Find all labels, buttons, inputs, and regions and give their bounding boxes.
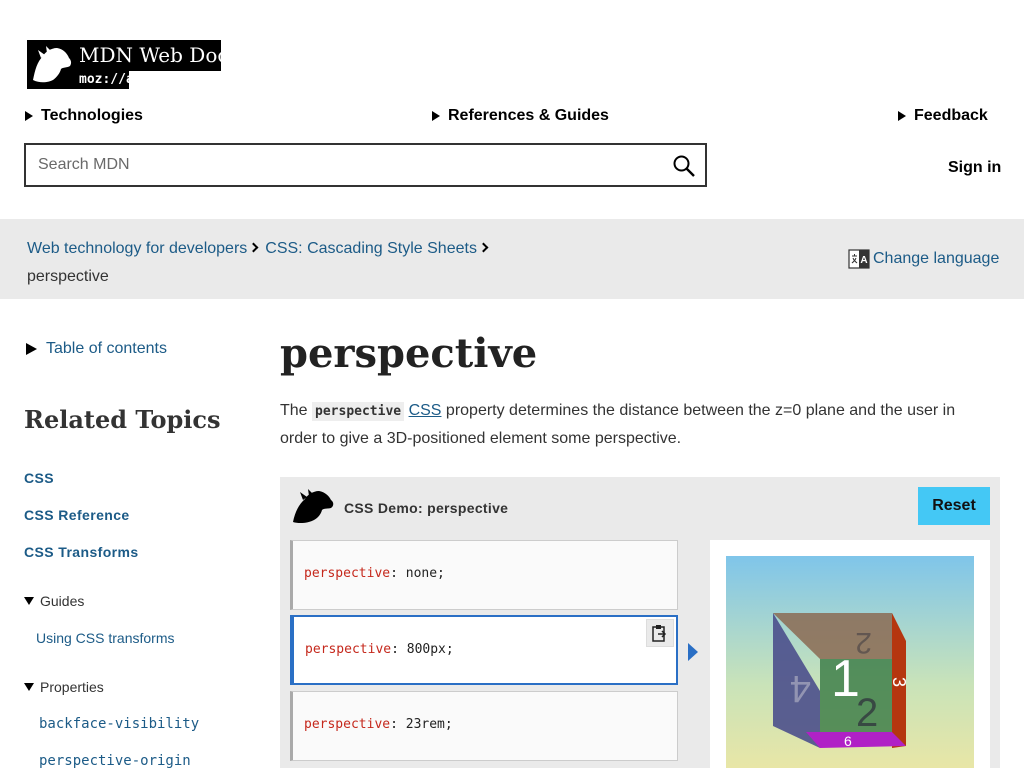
cube-label: 2 [856,691,878,735]
sidebar-link-using-css-transforms[interactable]: Using CSS transforms [36,630,174,646]
expand-arrow-icon [25,111,33,121]
sidebar-link-css-reference[interactable]: CSS Reference [24,507,130,523]
nav-label: References & Guides [448,107,609,124]
cube-label: 6 [844,733,852,749]
breadcrumb-css[interactable]: CSS: Cascading Style Sheets [265,240,477,257]
chevron-right-icon [248,242,259,253]
cube-scene: 1 2 2 4 3 6 [726,556,974,768]
cube-label: 2 [855,626,872,659]
breadcrumb-current: perspective [27,268,109,285]
mozilla-wordmark: moz://a [75,71,134,89]
breadcrumb: Web technology for developers CSS: Cascad… [27,235,527,291]
dino-icon [293,489,334,524]
reset-button[interactable]: Reset [918,487,990,525]
search-icon[interactable] [672,154,696,178]
breadcrumb-bar: Web technology for developers CSS: Cascad… [0,219,1024,299]
breadcrumb-web-technology[interactable]: Web technology for developers [27,240,247,257]
search-input[interactable] [38,156,658,174]
nav-label: Technologies [41,107,143,124]
group-label: Properties [40,679,104,695]
chevron-right-icon [478,242,489,253]
selected-indicator-icon [688,643,698,661]
sidebar-link-backface-visibility[interactable]: backface-visibility [39,716,199,732]
svg-text:A: A [860,255,867,266]
expand-arrow-icon [26,343,37,355]
nav-feedback[interactable]: Feedback [898,107,988,125]
css-link[interactable]: CSS [409,402,442,419]
sidebar-group-properties[interactable]: Properties [24,679,104,695]
expand-arrow-icon [432,111,440,121]
expand-arrow-icon [898,111,906,121]
search-box [24,143,707,187]
sidebar-link-css[interactable]: CSS [24,470,54,486]
demo-choice[interactable]: perspective: none; [290,540,678,610]
demo-title: CSS Demo: perspective [344,500,509,516]
page-title: perspective [280,330,538,377]
cube-label: 3 [889,677,909,687]
toc-label: Table of contents [46,340,167,357]
demo-output: 1 2 2 4 3 6 [710,540,990,768]
code-property: perspective [305,642,392,657]
cube-label: 4 [790,667,811,709]
logo-text: MDN Web Docs [79,43,239,67]
nav-label: Feedback [914,107,988,124]
nav-references-guides[interactable]: References & Guides [432,107,609,125]
intro-paragraph: The perspective CSS property determines … [280,397,980,453]
copy-to-clipboard-button[interactable] [646,619,674,647]
sign-in-link[interactable]: Sign in [948,159,1001,177]
change-language-link[interactable]: A Change language [848,247,999,271]
code-value: 800px; [406,642,454,657]
code-property: perspective [304,717,391,732]
collapse-arrow-icon [24,597,34,605]
interactive-demo: CSS Demo: perspective Reset perspective:… [280,477,1000,768]
intro-text-start: The [280,402,313,419]
mdn-logo[interactable]: MDN Web Docs moz://a [27,40,239,89]
dino-logo-icon [27,40,75,89]
inline-code: perspective [312,402,405,421]
nav-technologies[interactable]: Technologies [25,107,143,125]
cube-illustration: 1 2 2 4 3 6 [773,613,909,749]
sidebar-group-guides[interactable]: Guides [24,593,84,609]
sidebar-link-css-transforms[interactable]: CSS Transforms [24,544,139,560]
related-topics-heading: Related Topics [24,405,221,434]
change-language-label: Change language [873,250,1000,267]
demo-choice-selected[interactable]: perspective: 800px; [290,615,678,685]
sidebar-link-perspective-origin[interactable]: perspective-origin [39,753,191,768]
code-property: perspective [304,566,391,581]
table-of-contents-toggle[interactable]: Table of contents [26,340,167,358]
group-label: Guides [40,593,85,609]
code-value: none; [405,566,445,581]
language-icon: A [848,249,870,269]
demo-choice[interactable]: perspective: 23rem; [290,691,678,761]
collapse-arrow-icon [24,683,34,691]
clipboard-icon [652,625,667,642]
code-value: 23rem; [405,717,453,732]
